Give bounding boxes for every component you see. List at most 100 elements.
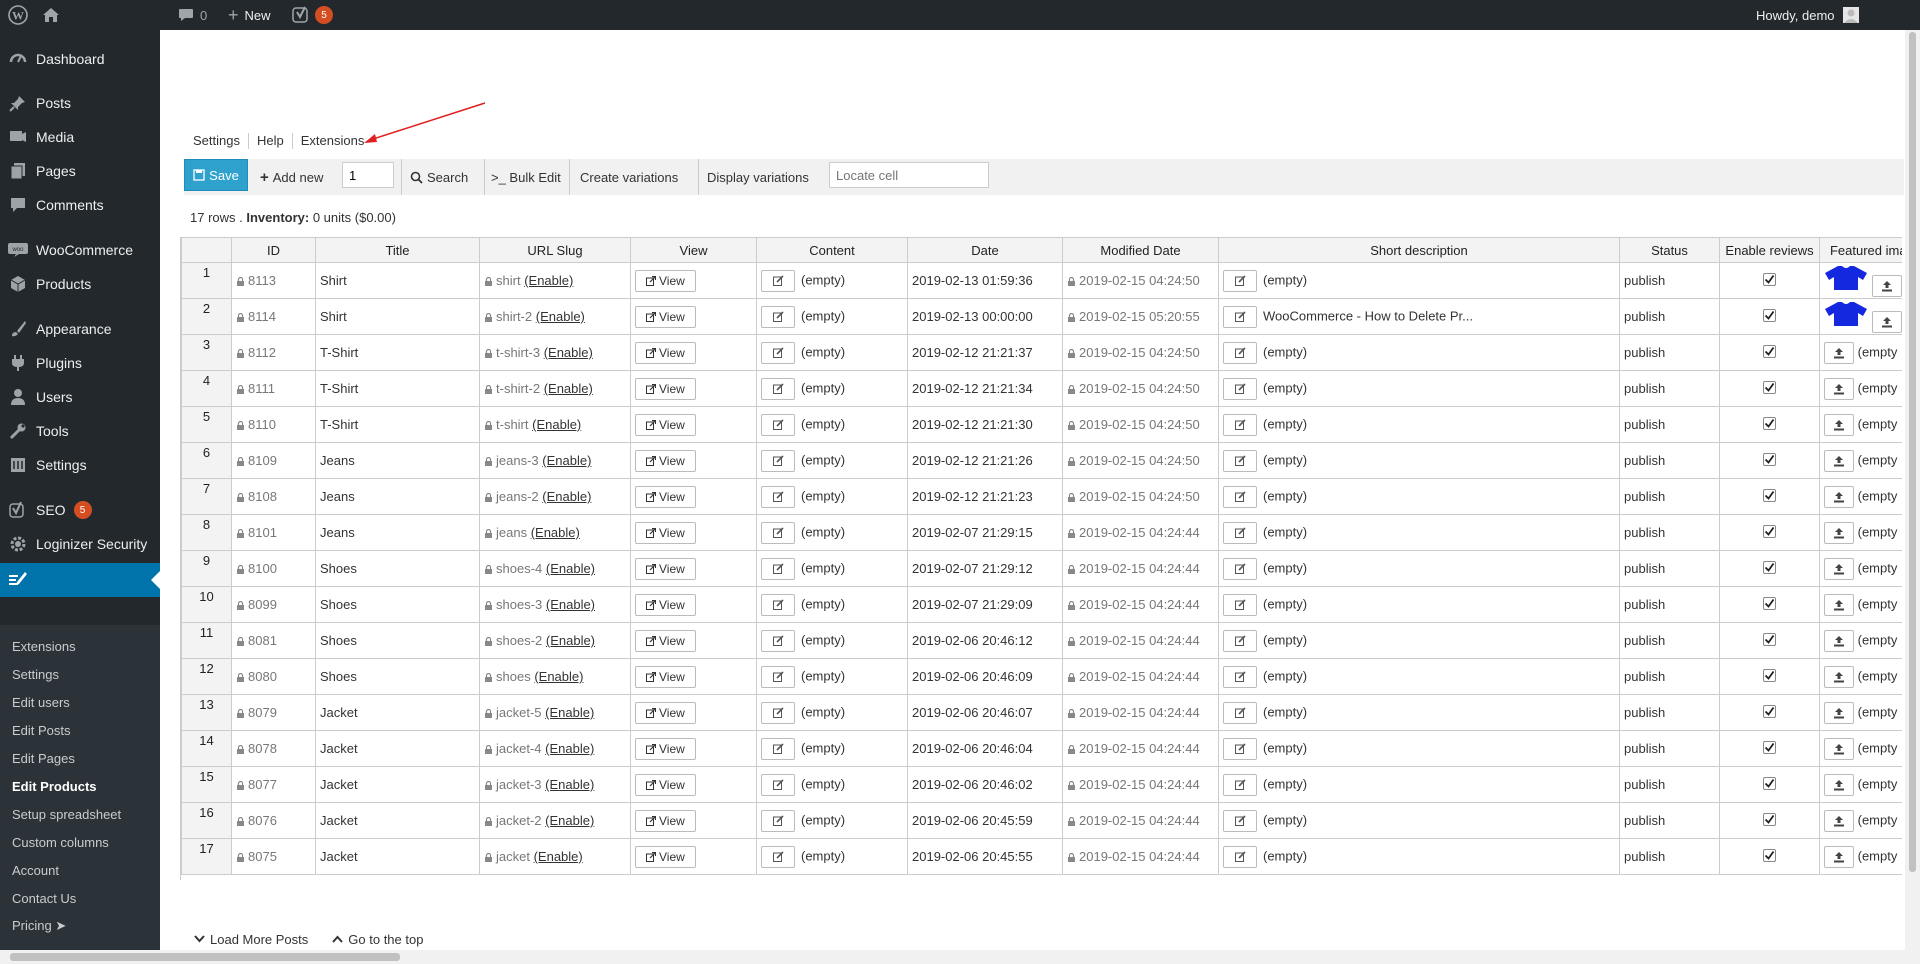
slug-cell[interactable]: shirt (Enable) — [479, 262, 631, 299]
title-cell[interactable]: T-Shirt — [315, 370, 480, 407]
slug-cell[interactable]: shoes-4 (Enable) — [479, 550, 631, 587]
slug-cell[interactable]: jacket-2 (Enable) — [479, 802, 631, 839]
sidebar-item-dashboard[interactable]: Dashboard — [0, 42, 160, 76]
upload-image-button[interactable] — [1824, 773, 1854, 796]
status-cell[interactable]: publish — [1619, 766, 1720, 803]
enable-slug-link[interactable]: (Enable) — [544, 345, 593, 360]
sidebar-item-comments[interactable]: Comments — [0, 188, 160, 222]
view-button[interactable]: View — [635, 629, 696, 652]
short-description-cell[interactable]: (empty) — [1218, 550, 1620, 587]
tab-settings[interactable]: Settings — [193, 133, 249, 149]
sidebar-item-posts[interactable]: Posts — [0, 86, 160, 120]
enable-reviews-checkbox[interactable] — [1763, 849, 1776, 862]
vertical-scrollbar[interactable] — [1905, 30, 1920, 950]
content-cell[interactable]: (empty) — [756, 406, 908, 443]
enable-reviews-checkbox[interactable] — [1763, 597, 1776, 610]
status-cell[interactable]: publish — [1619, 802, 1720, 839]
enable-slug-link[interactable]: (Enable) — [542, 453, 591, 468]
short-description-cell[interactable]: (empty) — [1218, 478, 1620, 515]
short-description-cell[interactable]: (empty) — [1218, 262, 1620, 299]
title-cell[interactable]: Shoes — [315, 658, 480, 695]
upload-image-button[interactable] — [1824, 845, 1854, 868]
slug-cell[interactable]: jacket-4 (Enable) — [479, 730, 631, 767]
row-number[interactable]: 9 — [181, 550, 232, 587]
short-description-cell[interactable]: WooCommerce - How to Delete Pr... — [1218, 298, 1620, 335]
slug-cell[interactable]: shoes-3 (Enable) — [479, 586, 631, 623]
view-button[interactable]: View — [635, 557, 696, 580]
edit-content-button[interactable] — [761, 593, 795, 616]
enable-reviews-checkbox[interactable] — [1763, 741, 1776, 754]
row-number[interactable]: 14 — [181, 730, 232, 767]
wordpress-logo-icon[interactable]: W — [8, 0, 28, 30]
upload-image-button[interactable] — [1824, 341, 1854, 364]
edit-content-button[interactable] — [761, 665, 795, 688]
search-button[interactable]: Search — [401, 159, 468, 195]
edit-short-description-button[interactable] — [1223, 269, 1257, 292]
enable-reviews-checkbox[interactable] — [1763, 705, 1776, 718]
edit-short-description-button[interactable] — [1223, 485, 1257, 508]
column-header[interactable]: Featured image — [1819, 237, 1902, 263]
status-cell[interactable]: publish — [1619, 298, 1720, 335]
short-description-cell[interactable]: (empty) — [1218, 766, 1620, 803]
edit-short-description-button[interactable] — [1223, 665, 1257, 688]
go-to-top-button[interactable]: Go to the top — [332, 932, 423, 947]
status-cell[interactable]: publish — [1619, 658, 1720, 695]
content-cell[interactable]: (empty) — [756, 478, 908, 515]
enable-reviews-checkbox[interactable] — [1763, 669, 1776, 682]
view-button[interactable]: View — [635, 449, 696, 472]
row-number[interactable]: 1 — [181, 262, 232, 299]
slug-cell[interactable]: jacket-5 (Enable) — [479, 694, 631, 731]
sidebar-item-settings[interactable]: Settings — [0, 448, 160, 482]
date-cell[interactable]: 2019-02-12 21:21:37 — [907, 334, 1063, 371]
edit-short-description-button[interactable] — [1223, 341, 1257, 364]
edit-short-description-button[interactable] — [1223, 701, 1257, 724]
enable-slug-link[interactable]: (Enable) — [534, 669, 583, 684]
enable-reviews-checkbox[interactable] — [1763, 453, 1776, 466]
sidebar-item-users[interactable]: Users — [0, 380, 160, 414]
view-button[interactable]: View — [635, 521, 696, 544]
status-cell[interactable]: publish — [1619, 730, 1720, 767]
comments-link[interactable]: 0 — [178, 0, 207, 30]
enable-slug-link[interactable]: (Enable) — [545, 705, 594, 720]
short-description-cell[interactable]: (empty) — [1218, 658, 1620, 695]
title-cell[interactable]: Jeans — [315, 514, 480, 551]
edit-short-description-button[interactable] — [1223, 557, 1257, 580]
row-number[interactable]: 16 — [181, 802, 232, 839]
slug-cell[interactable]: shoes-2 (Enable) — [479, 622, 631, 659]
content-cell[interactable]: (empty) — [756, 766, 908, 803]
edit-content-button[interactable] — [761, 809, 795, 832]
title-cell[interactable]: Jacket — [315, 694, 480, 731]
view-button[interactable]: View — [635, 737, 696, 760]
view-button[interactable]: View — [635, 413, 696, 436]
content-cell[interactable]: (empty) — [756, 802, 908, 839]
upload-image-button[interactable] — [1824, 521, 1854, 544]
date-cell[interactable]: 2019-02-12 21:21:23 — [907, 478, 1063, 515]
slug-cell[interactable]: shirt-2 (Enable) — [479, 298, 631, 335]
submenu-setup-spreadsheet[interactable]: Setup spreadsheet — [12, 803, 121, 825]
edit-content-button[interactable] — [761, 521, 795, 544]
content-cell[interactable]: (empty) — [756, 694, 908, 731]
title-cell[interactable]: Jacket — [315, 802, 480, 839]
upload-image-button[interactable] — [1824, 629, 1854, 652]
status-cell[interactable]: publish — [1619, 838, 1720, 875]
sidebar-item-plugins[interactable]: Plugins — [0, 346, 160, 380]
edit-short-description-button[interactable] — [1223, 629, 1257, 652]
edit-short-description-button[interactable] — [1223, 737, 1257, 760]
row-number[interactable]: 2 — [181, 298, 232, 335]
short-description-cell[interactable]: (empty) — [1218, 622, 1620, 659]
create-variations-button[interactable]: Create variations — [569, 159, 678, 195]
date-cell[interactable]: 2019-02-13 01:59:36 — [907, 262, 1063, 299]
enable-slug-link[interactable]: (Enable) — [536, 309, 585, 324]
submenu-contact-us[interactable]: Contact Us — [12, 887, 76, 909]
edit-short-description-button[interactable] — [1223, 377, 1257, 400]
date-cell[interactable]: 2019-02-07 21:29:09 — [907, 586, 1063, 623]
content-cell[interactable]: (empty) — [756, 622, 908, 659]
column-header[interactable]: Short description — [1218, 237, 1620, 263]
edit-content-button[interactable] — [761, 485, 795, 508]
new-content-link[interactable]: + New — [228, 0, 271, 30]
sidebar-item-products[interactable]: Products — [0, 267, 160, 301]
view-button[interactable]: View — [635, 377, 696, 400]
enable-reviews-checkbox[interactable] — [1763, 381, 1776, 394]
edit-short-description-button[interactable] — [1223, 521, 1257, 544]
submenu-edit-posts[interactable]: Edit Posts — [12, 719, 71, 741]
